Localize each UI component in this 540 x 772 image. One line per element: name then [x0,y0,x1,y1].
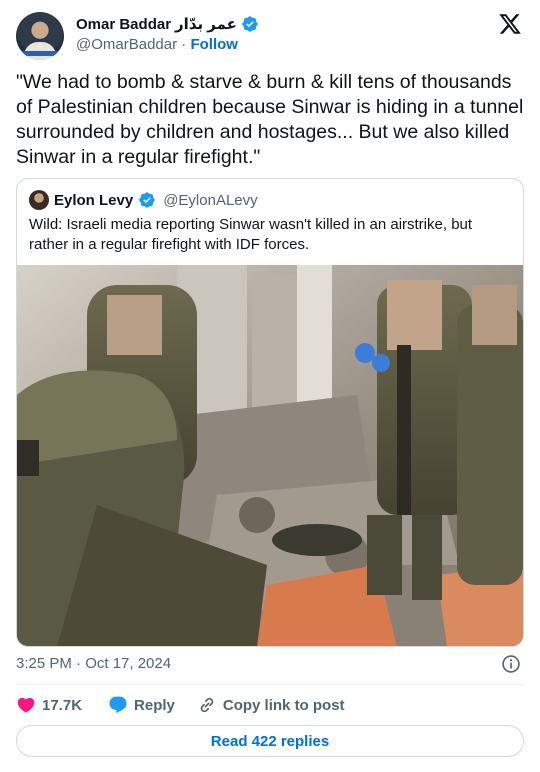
copy-link-label: Copy link to post [222,696,345,714]
author-name[interactable]: Omar Baddar [76,16,171,33]
verified-badge-icon [242,16,258,32]
quoted-author-avatar [29,190,49,210]
embedded-post-card: Omar Baddar عمر بدّار @OmarBaddar · Foll… [0,0,540,772]
like-count: 17.7K [42,696,83,714]
author-handle-row: @OmarBaddar · Follow [76,36,238,53]
x-logo-icon[interactable] [498,12,522,36]
read-replies-button[interactable]: Read 422 replies [16,725,524,757]
follow-link[interactable]: Follow [190,36,238,53]
copy-link-button[interactable]: Copy link to post [197,695,345,715]
author-name-row[interactable]: Omar Baddar عمر بدّار [76,15,259,33]
verified-badge-icon [139,192,155,208]
like-button[interactable]: 17.7K [16,695,82,715]
quoted-author-handle: @EylonALevy [163,191,258,209]
action-bar: 17.7K Reply Copy link to post [16,694,345,716]
author-handle[interactable]: @OmarBaddar [76,36,177,53]
quoted-author-name: Eylon Levy [54,191,134,209]
author-name-arabic[interactable]: عمر بدّار [175,15,237,33]
divider [16,684,524,685]
post-header: Omar Baddar عمر بدّار @OmarBaddar · Foll… [16,12,524,60]
reply-label: Reply [134,696,175,714]
reply-bubble-icon [109,696,127,714]
quoted-post-text: Wild: Israeli media reporting Sinwar was… [29,216,473,253]
separator-dot: · [181,36,187,53]
reply-button[interactable]: Reply [108,695,175,715]
quoted-post-photo[interactable] [17,265,523,647]
heart-icon [17,697,35,713]
post-timestamp[interactable]: 3:25 PM · Oct 17, 2024 [16,655,171,672]
info-icon[interactable] [501,654,521,674]
link-icon [200,697,214,713]
quoted-post-header: Eylon Levy @EylonALevy [29,190,258,210]
post-text: "We had to bomb & starve & burn & kill t… [16,71,524,168]
quoted-post[interactable]: Eylon Levy @EylonALevy Wild: Israeli med… [16,178,524,647]
author-avatar[interactable] [16,12,64,60]
